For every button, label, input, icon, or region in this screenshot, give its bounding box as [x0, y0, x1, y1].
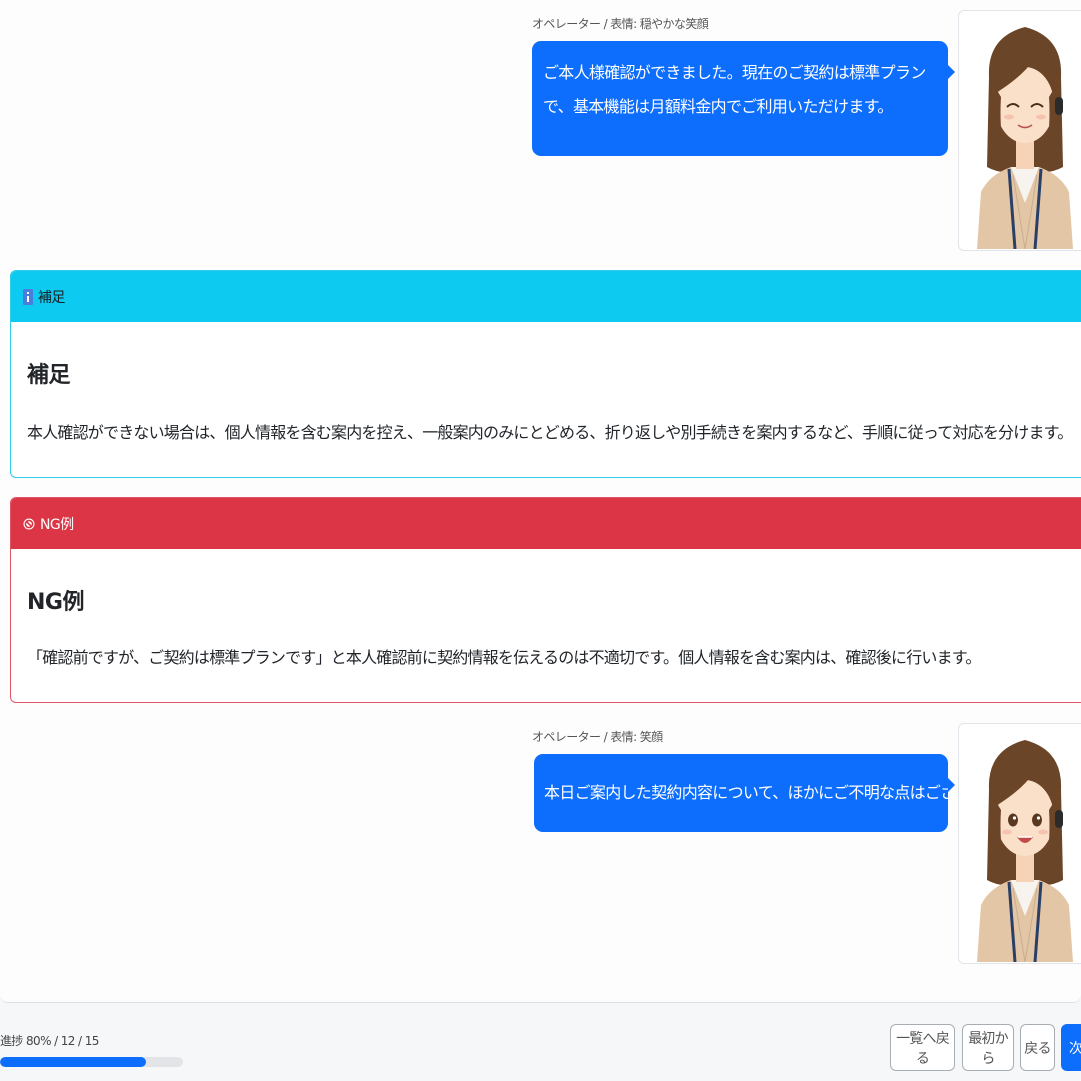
operator-portrait-icon: [977, 740, 1073, 962]
info-note-card: 補足 補足 本人確認ができない場合は、個人情報を含む案内を控え、一般案内のみにと…: [10, 270, 1081, 478]
chat-message-row: オペレーター / 表情: 穏やかな笑顔 ご本人様確認ができました。現在のご契約は…: [0, 0, 1081, 255]
conversation-panel: オペレーター / 表情: 穏やかな笑顔 ご本人様確認ができました。現在のご契約は…: [0, 0, 1081, 1003]
chat-message-row: オペレーター / 表情: 笑顔 本日ご案内した契約内容について、ほかにご不明な点…: [0, 714, 1081, 969]
ng-note-card: NG例 NG例 「確認前ですが、ご契約は標準プランです」と本人確認前に契約情報を…: [10, 497, 1081, 703]
restart-button[interactable]: 最初から: [962, 1024, 1014, 1071]
back-button[interactable]: 戻る: [1020, 1024, 1055, 1071]
ng-note-body: 「確認前ですが、ご契約は標準プランです」と本人確認前に契約情報を伝えるのは不適切…: [27, 648, 981, 667]
speech-bubble: 本日ご案内した契約内容について、ほかにご不明な点はございますでしょうか。: [534, 754, 1081, 832]
next-button[interactable]: 次: [1061, 1024, 1081, 1071]
info-note-title: 補足: [27, 363, 71, 388]
back-to-list-button[interactable]: 一覧へ戻る: [890, 1024, 955, 1071]
speaker-meta: オペレーター / 表情: 穏やかな笑顔: [532, 17, 709, 31]
info-note-header-label: 補足: [38, 289, 65, 306]
ng-note-header-label: NG例: [40, 516, 74, 533]
operator-avatar: [958, 10, 1081, 251]
progress-bar: [0, 1057, 183, 1067]
ng-note-header: NG例: [11, 498, 1081, 549]
ng-note-title: NG例: [27, 590, 84, 615]
speech-bubble: ご本人様確認ができました。現在のご契約は標準プランで、基本機能は月額料金内でご利…: [532, 41, 955, 156]
operator-portrait-icon: [977, 27, 1073, 249]
info-icon: [23, 288, 33, 305]
progress-label: 進捗 80% / 12 / 15: [0, 1034, 99, 1048]
prohibited-icon: [23, 518, 35, 530]
operator-avatar: [958, 723, 1081, 964]
info-note-header: 補足: [11, 271, 1081, 322]
speaker-meta: オペレーター / 表情: 笑顔: [532, 730, 663, 744]
info-note-body: 本人確認ができない場合は、個人情報を含む案内を控え、一般案内のみにとどめる、折り…: [27, 423, 1073, 442]
progress-bar-fill: [0, 1057, 147, 1067]
